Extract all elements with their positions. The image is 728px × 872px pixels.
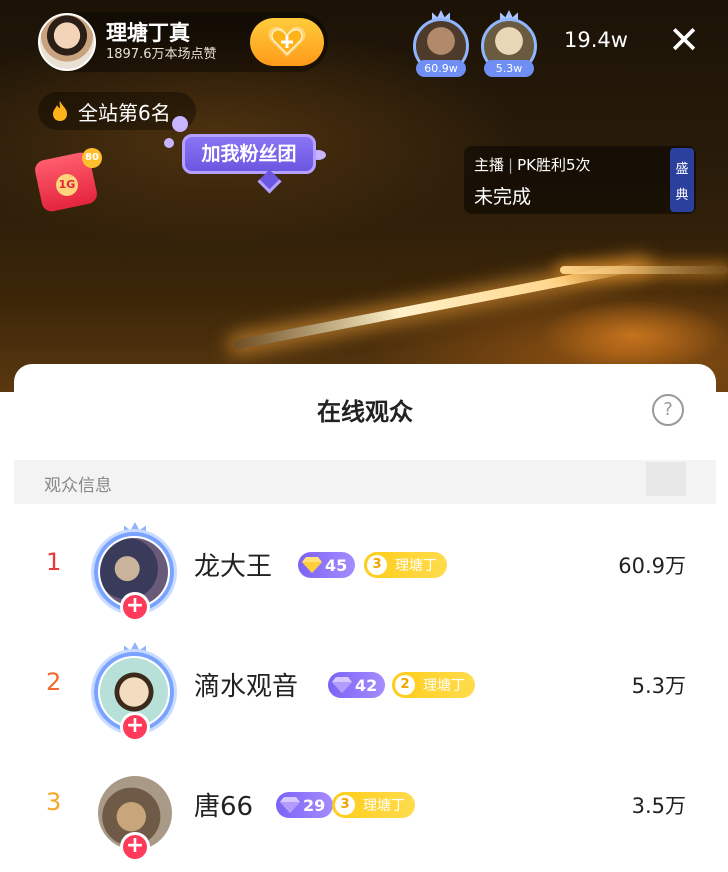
top-viewer-2[interactable]: 5.3w: [476, 10, 542, 77]
viewer-name: 龙大王: [194, 552, 273, 582]
fan-level: 3: [367, 555, 387, 575]
live-stream-view: 理塘丁真 1897.6万本场点赞 60.9w 5.3w 19.4w ✕ 全站第6…: [0, 0, 728, 392]
host-likes: 1897.6万本场点赞: [106, 47, 217, 62]
fan-club-heart-button[interactable]: [250, 18, 324, 66]
viewer-avatar[interactable]: +: [88, 642, 184, 742]
flame-icon: [53, 101, 67, 121]
gem-icon: [332, 677, 352, 693]
user-level: 45: [325, 555, 348, 575]
viewer-name: 唐66: [194, 792, 254, 822]
viewer-row[interactable]: 3 + 唐66 29 3 理塘丁 3.5万: [14, 752, 716, 862]
fan-club-name: 理塘丁: [363, 798, 405, 814]
fan-club-badge: 3 理塘丁: [332, 792, 415, 818]
pk-event-char: 典: [675, 187, 689, 203]
section-header: 观众信息: [14, 460, 716, 504]
pk-task-card[interactable]: 主播 | PK胜利5次 未完成 盛 典: [464, 146, 696, 214]
viewer-rank: 2: [46, 668, 62, 696]
fan-level: 2: [395, 675, 415, 695]
fan-level: 3: [335, 795, 355, 815]
site-rank-label: 全站第6名: [78, 100, 171, 125]
user-level: 42: [355, 675, 378, 695]
fan-club-name: 理塘丁: [395, 558, 437, 574]
online-audience-sheet: 在线观众 ? 观众信息 1 + 龙大王 45 3 理塘丁 60.9万 2 + 滴…: [14, 364, 716, 872]
host-info: 理塘丁真 1897.6万本场点赞: [106, 20, 217, 64]
online-count[interactable]: 19.4w: [564, 28, 628, 52]
viewer-row[interactable]: 2 + 滴水观音 42 2 理塘丁 5.3万: [14, 632, 716, 742]
fan-club-badge: 2 理塘丁: [392, 672, 475, 698]
fan-club-name: 理塘丁: [423, 678, 465, 694]
top-viewer-contribution: 60.9w: [416, 60, 466, 77]
red-envelope-seal: 1G: [56, 174, 78, 196]
top-viewer-1[interactable]: 60.9w: [408, 10, 474, 77]
viewer-contribution: 60.9万: [618, 554, 686, 578]
join-fan-club-bubble[interactable]: 加我粉丝团: [182, 134, 316, 174]
background-glow: [540, 300, 728, 370]
follow-plus-button[interactable]: +: [120, 712, 150, 742]
follow-plus-button[interactable]: +: [120, 592, 150, 622]
close-icon[interactable]: ✕: [662, 18, 706, 62]
top-viewer-contribution: 5.3w: [484, 60, 534, 77]
pk-event-tag: 盛 典: [670, 148, 694, 212]
red-envelope-button[interactable]: 1G 80: [33, 148, 102, 214]
viewer-contribution: 3.5万: [631, 794, 686, 818]
viewer-row[interactable]: 1 + 龙大王 45 3 理塘丁 60.9万: [14, 512, 716, 622]
viewer-contribution: 5.3万: [631, 674, 686, 698]
viewer-rank: 1: [46, 548, 62, 576]
heart-plus-icon: [267, 25, 307, 59]
fan-club-badge: 3 理塘丁: [364, 552, 447, 578]
viewer-rank: 3: [46, 788, 62, 816]
viewer-avatar[interactable]: +: [88, 762, 184, 862]
help-icon[interactable]: ?: [652, 394, 684, 426]
background-light-streak-2: [560, 266, 728, 274]
section-label: 观众信息: [44, 476, 112, 496]
user-level-badge: 42: [328, 672, 386, 698]
user-level: 29: [303, 795, 326, 815]
sheet-title: 在线观众: [317, 398, 413, 426]
host-avatar[interactable]: [38, 13, 96, 71]
pk-task: PK胜利5次: [517, 156, 591, 174]
pk-event-char: 盛: [675, 161, 689, 177]
gem-icon: [302, 557, 322, 573]
user-level-badge: 29: [276, 792, 334, 818]
bubble-decoration: [164, 138, 174, 148]
pk-status: 未完成: [474, 186, 532, 208]
red-envelope-badge: 80: [82, 148, 102, 168]
host-name: 理塘丁真: [106, 21, 190, 45]
pk-task-line: 主播 | PK胜利5次: [474, 156, 591, 174]
follow-plus-button[interactable]: +: [120, 832, 150, 862]
user-level-badge: 45: [298, 552, 356, 578]
gem-icon: [280, 797, 300, 813]
viewer-name: 滴水观音: [194, 672, 299, 702]
bubble-decoration: [172, 116, 188, 132]
viewer-avatar[interactable]: +: [88, 522, 184, 622]
pk-role: 主播: [474, 156, 505, 174]
section-thumbnail: [646, 462, 686, 496]
